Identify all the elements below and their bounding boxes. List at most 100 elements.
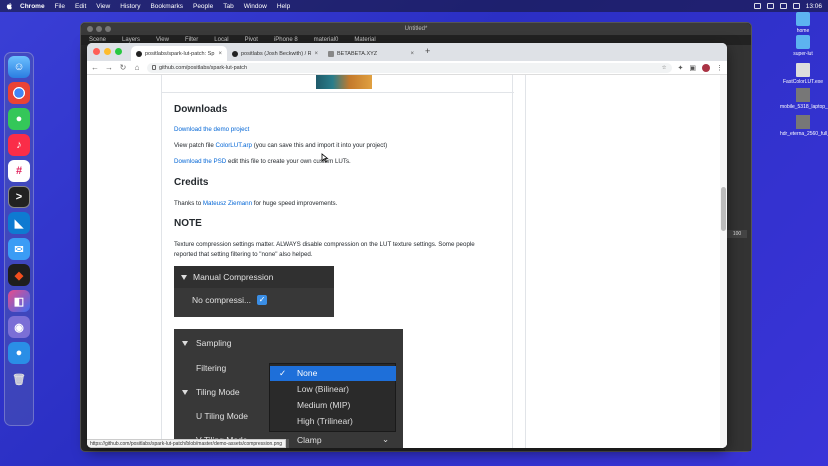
downloads-heading: Downloads: [174, 104, 228, 115]
slack-icon[interactable]: #: [8, 160, 30, 182]
reload-icon[interactable]: ↻: [119, 63, 127, 72]
menu-file[interactable]: File: [55, 3, 65, 10]
apple-icon[interactable]: [6, 2, 14, 10]
credit-author-link[interactable]: Mateusz Ziemann: [203, 200, 252, 207]
link-status-bar: https://github.com/positlabs/spark-lut-p…: [87, 439, 287, 448]
scrollbar-thumb[interactable]: [721, 187, 726, 231]
clamp-value: Clamp: [297, 435, 322, 445]
status-icon[interactable]: [753, 3, 761, 9]
preview-image: [316, 75, 372, 89]
close-tab-icon[interactable]: ×: [314, 51, 318, 57]
close-tab-icon[interactable]: ×: [218, 51, 222, 57]
extensions-icon[interactable]: ✦: [678, 64, 684, 72]
filter-option-mip[interactable]: Medium (MIP): [270, 398, 396, 413]
wifi-icon[interactable]: [766, 3, 774, 9]
desktop-item-hdr-png[interactable]: hdr_eterna_2560_full_2550.png: [780, 115, 828, 137]
filtering-label: Filtering: [196, 363, 227, 373]
url-text: github.com/positlabs/spark-lut-patch: [159, 64, 248, 71]
patch-file-link[interactable]: ColorLUT.arp: [216, 142, 252, 149]
desktop-item-super-lut[interactable]: super-lut: [780, 35, 826, 57]
unity-titlebar: Untitled*: [81, 23, 751, 35]
trash-icon[interactable]: 🗑: [8, 368, 30, 390]
github-icon: [232, 50, 238, 57]
music-icon[interactable]: ♪: [8, 134, 30, 156]
extension-icon[interactable]: ▣: [689, 64, 696, 72]
unity-value[interactable]: 100: [727, 230, 747, 238]
image-file-icon: [796, 88, 810, 102]
messages-icon[interactable]: ●: [8, 108, 30, 130]
battery-icon[interactable]: [779, 3, 787, 9]
sampling-screenshot[interactable]: Sampling Filtering Tiling Mode U Tiling …: [174, 329, 403, 448]
patch-file-line: View patch file ColorLUT.arp (you can sa…: [174, 142, 388, 149]
filter-option-trilinear[interactable]: High (Trilinear): [270, 414, 396, 429]
menu-help[interactable]: Help: [277, 3, 290, 10]
menu-app[interactable]: Chrome: [20, 3, 45, 10]
browser-tab[interactable]: positlabs/spark-lut-patch: Sp ×: [131, 46, 227, 61]
filtering-dropdown-menu: ✓ None Low (Bilinear) Medium (MIP) High …: [269, 363, 396, 432]
menubar-clock[interactable]: 13:06: [806, 3, 822, 10]
unity-inspector-pane: 100: [725, 45, 751, 451]
browser-tab[interactable]: BETABETA.XYZ ×: [323, 46, 419, 61]
menu-window[interactable]: Window: [244, 3, 267, 10]
blender-icon[interactable]: ◉: [8, 316, 30, 338]
disclosure-triangle-icon: [182, 389, 188, 395]
page-viewport: Downloads Download the demo project View…: [87, 75, 727, 448]
divider: [162, 92, 514, 93]
demo-download-link[interactable]: Download the demo project: [174, 126, 249, 133]
note-heading: NOTE: [174, 218, 202, 229]
close-tab-icon[interactable]: ×: [410, 51, 414, 57]
minimize-window-button[interactable]: [104, 48, 111, 55]
menubar: Chrome File Edit View History Bookmarks …: [0, 0, 828, 12]
forward-icon[interactable]: →: [105, 63, 113, 72]
filter-option-none[interactable]: ✓ None: [270, 366, 396, 381]
menu-history[interactable]: History: [120, 3, 140, 10]
menu-people[interactable]: People: [193, 3, 213, 10]
u-tiling-label: U Tiling Mode: [196, 411, 248, 421]
desktop-item-fastcolorlut[interactable]: FastColorLUT.exe: [780, 63, 826, 85]
folder-icon: [796, 12, 810, 26]
terminal-icon[interactable]: >: [8, 186, 30, 208]
search-icon[interactable]: [792, 3, 800, 9]
chrome-icon[interactable]: [8, 82, 30, 104]
window-controls: [93, 48, 122, 55]
menu-edit[interactable]: Edit: [75, 3, 86, 10]
vscode-icon[interactable]: ◣: [8, 212, 30, 234]
tweetbot-icon[interactable]: ●: [8, 342, 30, 364]
bookmark-star-icon[interactable]: ☆: [662, 65, 667, 71]
psd-download-link[interactable]: Download the PSD: [174, 158, 226, 165]
home-icon[interactable]: ⌂: [133, 63, 141, 72]
finder-icon[interactable]: ☺: [8, 56, 30, 78]
chrome-window: positlabs/spark-lut-patch: Sp × positlab…: [87, 43, 727, 448]
filter-option-bilinear[interactable]: Low (Bilinear): [270, 382, 396, 397]
image-file-icon: [796, 115, 810, 129]
menu-icon[interactable]: ⋮: [716, 64, 723, 72]
menu-view[interactable]: View: [96, 3, 110, 10]
note-text-line2: reported that setting filtering to "none…: [174, 251, 313, 258]
mail-icon[interactable]: ✉: [8, 238, 30, 260]
desktop-item-home[interactable]: home: [780, 12, 826, 34]
browser-tab[interactable]: positlabs (Josh Beckwith) / Re ×: [227, 46, 323, 61]
menu-tab[interactable]: Tab: [223, 3, 233, 10]
clamp-dropdown-arrow-icon: ⌄: [382, 434, 390, 444]
lock-icon: [152, 65, 156, 70]
close-window-button[interactable]: [93, 48, 100, 55]
page-icon: [328, 50, 334, 57]
manual-compression-screenshot[interactable]: Manual Compression No compressi... ✓: [174, 266, 334, 317]
mouse-cursor-icon: [321, 153, 329, 163]
github-icon: [136, 50, 142, 57]
avatar[interactable]: [702, 63, 710, 72]
zoom-window-button[interactable]: [115, 48, 122, 55]
dock: ☺ ● ♪ # > ◣ ✉ ◆ ◧ ◉ ● 🗑: [4, 52, 34, 426]
browser-toolbar: ← → ↻ ⌂ github.com/positlabs/spark-lut-p…: [87, 61, 727, 75]
menu-bookmarks[interactable]: Bookmarks: [150, 3, 183, 10]
note-text-line1: Texture compression settings matter. ALW…: [174, 241, 475, 248]
back-icon[interactable]: ←: [91, 63, 99, 72]
check-icon: ✓: [279, 368, 287, 378]
desktop-item-mobile-png[interactable]: mobile_5318_laptop_2560.png: [780, 88, 828, 110]
address-bar[interactable]: github.com/positlabs/spark-lut-patch ☆: [147, 62, 672, 73]
file-icon: [796, 63, 810, 77]
page-scrollbar[interactable]: [720, 75, 727, 448]
new-tab-button[interactable]: +: [419, 44, 436, 61]
figma-icon[interactable]: ◆: [8, 264, 30, 286]
unity-icon[interactable]: ◧: [8, 290, 30, 312]
